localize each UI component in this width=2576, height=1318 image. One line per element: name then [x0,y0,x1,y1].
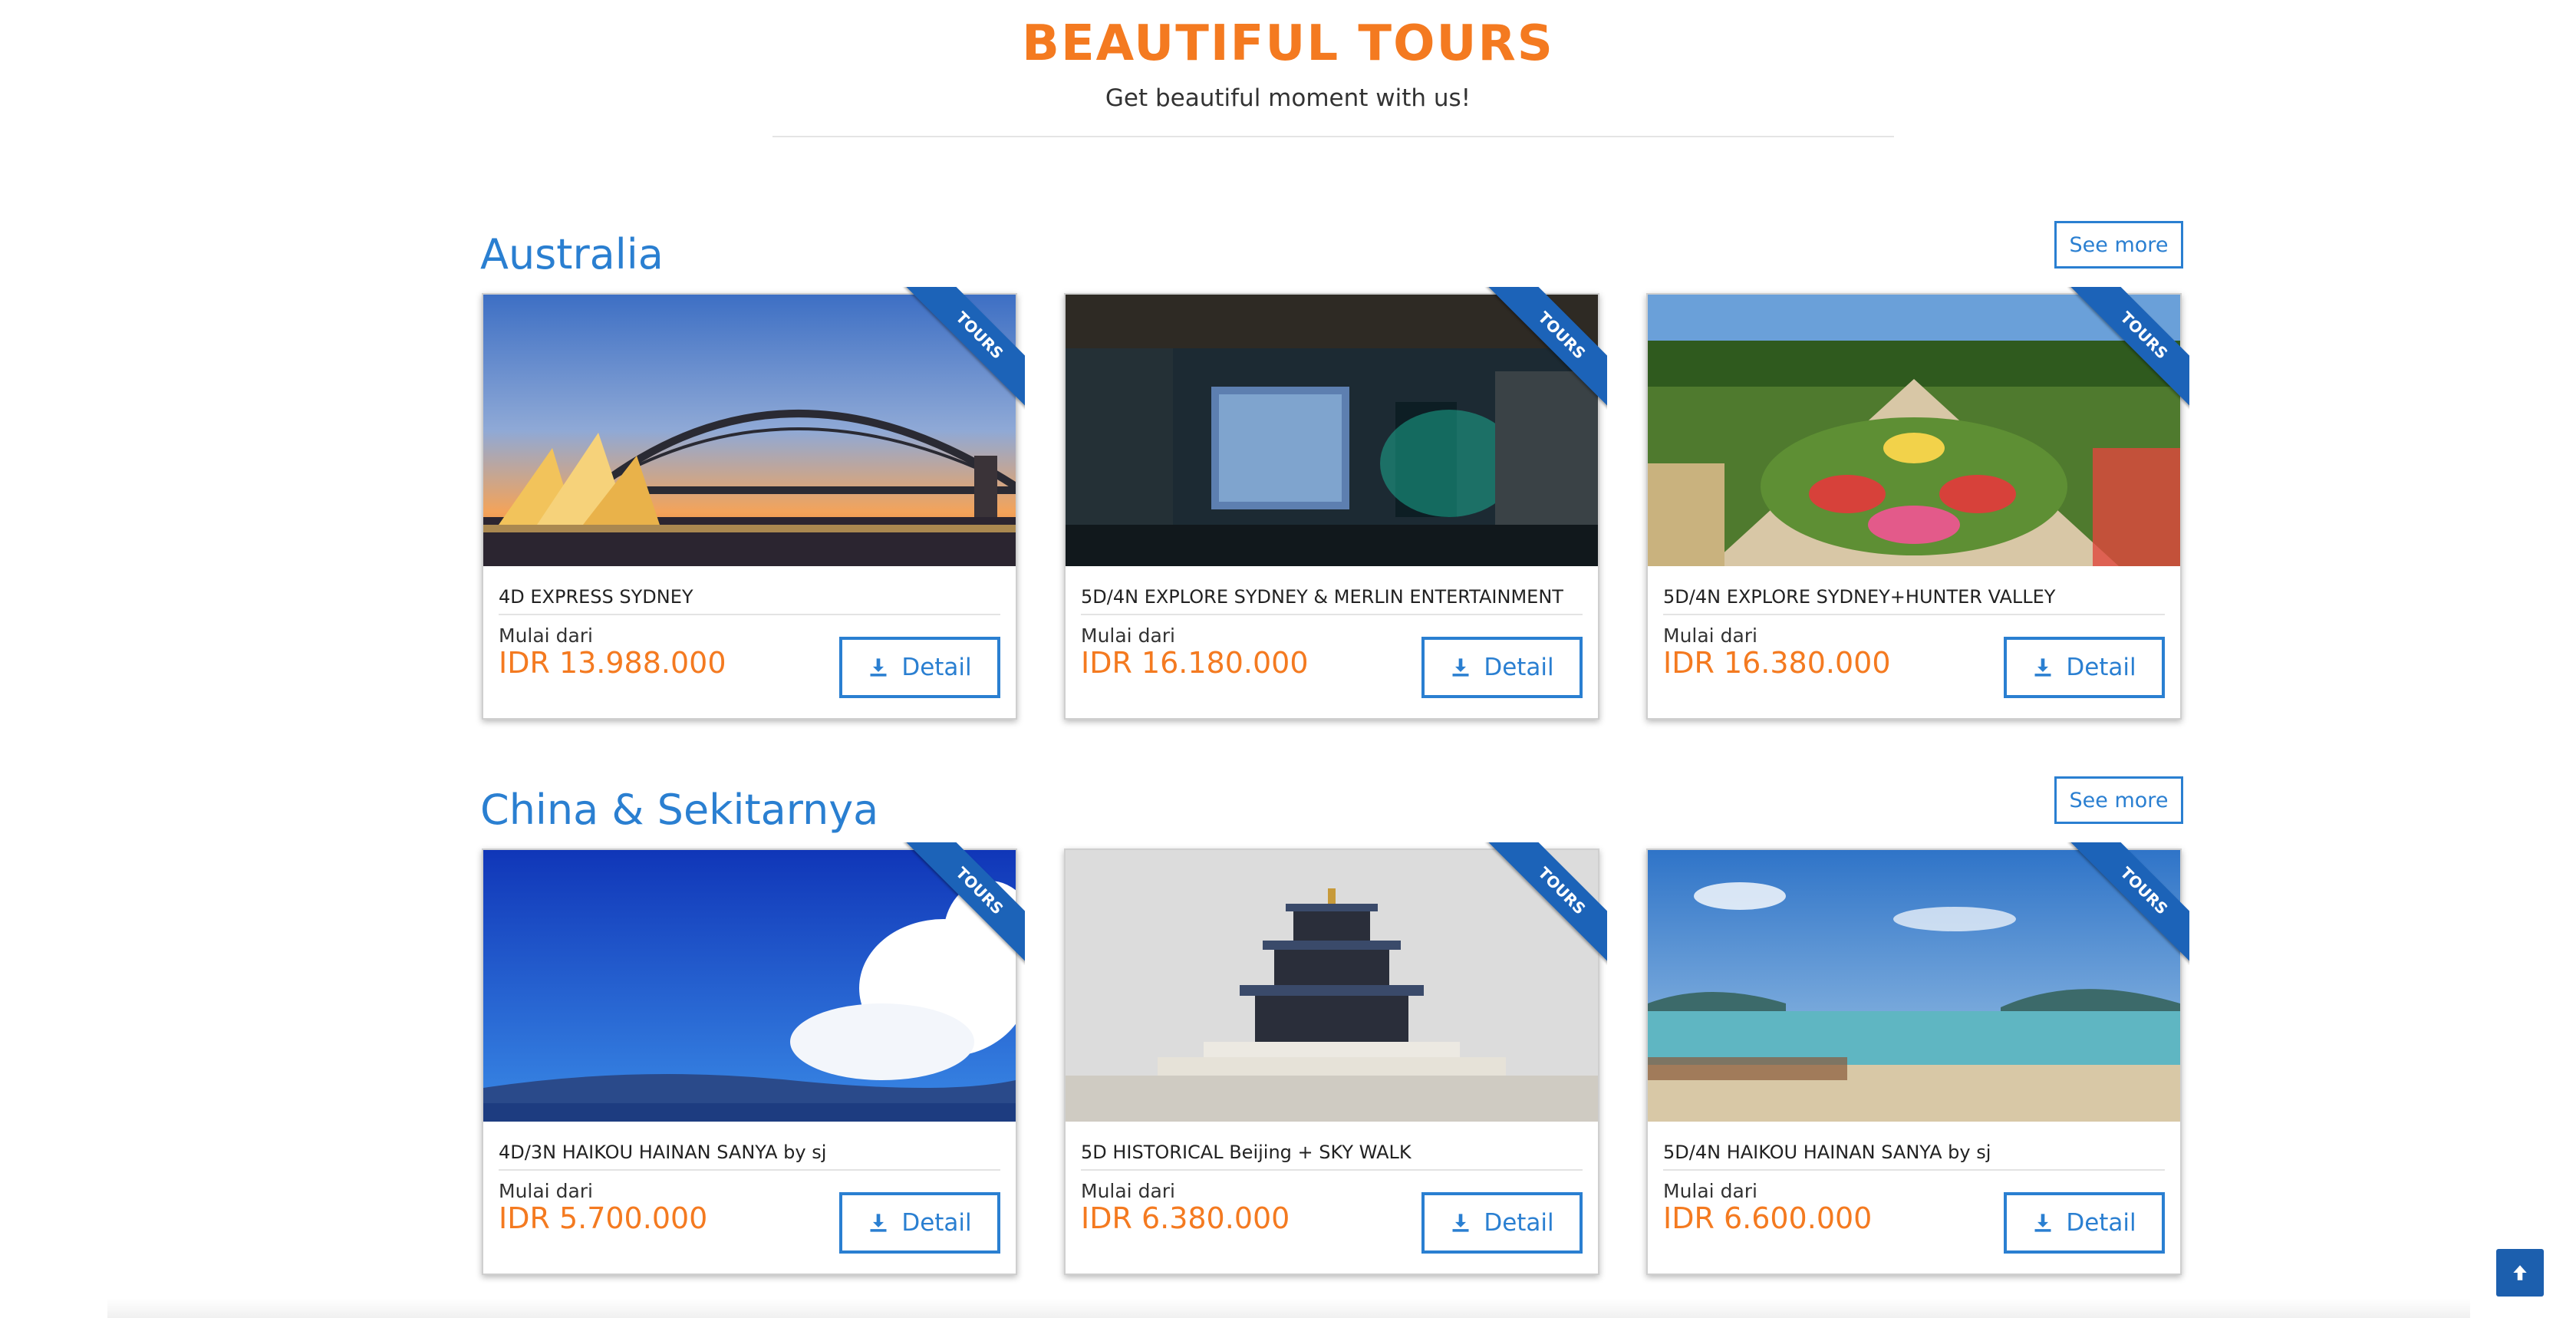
tour-name[interactable]: 4D/3N HAIKOU HAINAN SANYA by sj [499,1142,1000,1163]
price-from-label: Mulai dari [499,624,593,647]
tours-ribbon: TOURS [902,287,1025,410]
tour-name[interactable]: 5D HISTORICAL Beijing + SKY WALK [1081,1142,1583,1163]
card-divider [1081,614,1583,615]
card-divider [1663,614,2165,615]
section-title: Australia [480,230,664,278]
tour-price: IDR 6.380.000 [1081,1201,1290,1235]
tour-card[interactable]: TOURS 5D/4N EXPLORE SYDNEY & MERLIN ENTE… [1064,287,1607,720]
back-to-top-button[interactable] [2496,1249,2544,1297]
price-from-label: Mulai dari [1663,624,1757,647]
section-australia: Australia See more TOURS 4D EXPRESS SYDN… [480,221,2189,721]
detail-button[interactable]: Detail [1421,637,1583,698]
tours-ribbon: TOURS [2067,287,2189,410]
download-icon [1452,1214,1469,1232]
detail-button[interactable]: Detail [839,1192,1000,1254]
detail-button[interactable]: Detail [2004,637,2165,698]
tours-ribbon: TOURS [902,842,1025,965]
tour-name[interactable]: 5D/4N HAIKOU HAINAN SANYA by sj [1663,1142,2165,1163]
section-title: China & Sekitarnya [480,786,879,834]
card-divider [499,1169,1000,1171]
tour-card[interactable]: TOURS 4D EXPRESS SYDNEY Mulai dari IDR 1… [482,287,1025,720]
see-more-button[interactable]: See more [2054,776,2183,824]
price-from-label: Mulai dari [1081,1180,1175,1202]
detail-label: Detail [1484,654,1554,681]
detail-label: Detail [2066,654,2136,681]
page-title: BEAUTIFUL TOURS [1022,15,1554,72]
download-icon [1452,658,1469,677]
tour-card[interactable]: TOURS 5D/4N EXPLORE SYDNEY+HUNTER VALLEY… [1646,287,2189,720]
price-from-label: Mulai dari [499,1180,593,1202]
detail-label: Detail [2066,1209,2136,1237]
tours-ribbon: TOURS [2067,842,2189,965]
page-subtitle: Get beautiful moment with us! [1105,84,1471,112]
download-icon [870,1214,887,1232]
ribbon-label: TOURS [1487,287,1607,410]
tour-name[interactable]: 5D/4N EXPLORE SYDNEY+HUNTER VALLEY [1663,586,2165,608]
price-from-label: Mulai dari [1663,1180,1757,1202]
tours-ribbon: TOURS [1484,842,1607,965]
card-divider [1081,1169,1583,1171]
card-divider [1663,1169,2165,1171]
ribbon-label: TOURS [904,287,1025,410]
tour-price: IDR 5.700.000 [499,1201,708,1235]
section-china: China & Sekitarnya See more TOURS 4D/3N … [480,776,2189,1277]
arrow-up-icon [2513,1265,2527,1280]
tour-price: IDR 6.600.000 [1663,1201,1873,1235]
ribbon-label: TOURS [904,842,1025,965]
ribbon-label: TOURS [1487,842,1607,965]
detail-label: Detail [901,654,972,681]
detail-button[interactable]: Detail [839,637,1000,698]
footer-shadow [107,1298,2470,1318]
download-icon [2034,658,2051,677]
price-from-label: Mulai dari [1081,624,1175,647]
tours-ribbon: TOURS [1484,287,1607,410]
tour-card[interactable]: TOURS 5D/4N HAIKOU HAINAN SANYA by sj Mu… [1646,842,2189,1275]
tour-name[interactable]: 5D/4N EXPLORE SYDNEY & MERLIN ENTERTAINM… [1081,586,1583,608]
ribbon-label: TOURS [2069,287,2189,410]
ribbon-label: TOURS [2069,842,2189,965]
tour-name[interactable]: 4D EXPRESS SYDNEY [499,586,1000,608]
detail-label: Detail [1484,1209,1554,1237]
detail-button[interactable]: Detail [1421,1192,1583,1254]
tour-card[interactable]: TOURS 5D HISTORICAL Beijing + SKY WALK M… [1064,842,1607,1275]
tour-card[interactable]: TOURS 4D/3N HAIKOU HAINAN SANYA by sj Mu… [482,842,1025,1275]
download-icon [870,658,887,677]
title-divider [772,136,1894,137]
see-more-button[interactable]: See more [2054,221,2183,269]
card-divider [499,614,1000,615]
tour-price: IDR 13.988.000 [499,646,726,680]
tour-price: IDR 16.180.000 [1081,646,1309,680]
detail-label: Detail [901,1209,972,1237]
detail-button[interactable]: Detail [2004,1192,2165,1254]
tour-price: IDR 16.380.000 [1663,646,1891,680]
download-icon [2034,1214,2051,1232]
